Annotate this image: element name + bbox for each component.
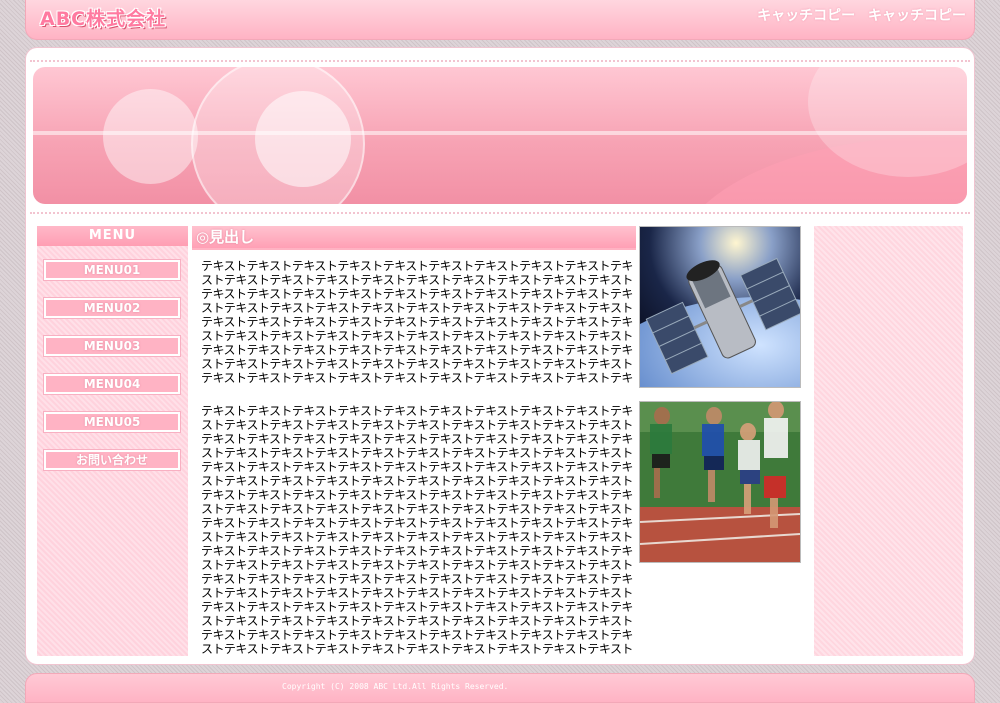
sidebar-menu: MENU MENU01 MENU02 MENU03 MENU04 MENU05 … [37, 226, 188, 656]
runners-photo [639, 401, 801, 563]
body-text: テキストテキストテキストテキストテキストテキストテキストテキストテキストテキスト… [201, 259, 633, 386]
divider [30, 60, 970, 62]
section-heading: ◎見出し [192, 226, 636, 250]
header: ABC株式会社 キャッチコピー キャッチコピー [25, 0, 975, 40]
menu-title: MENU [37, 226, 188, 246]
catch-copy-text: キャッチコピー [868, 8, 966, 24]
satellite-illustration [640, 227, 800, 387]
main-panel: MENU MENU01 MENU02 MENU03 MENU04 MENU05 … [25, 47, 975, 665]
banner-circle [103, 89, 198, 184]
divider [30, 212, 970, 214]
runners-illustration [640, 402, 800, 562]
header-banner-image [33, 67, 967, 204]
body-text: テキストテキストテキストテキストテキストテキストテキストテキストテキストテキスト… [201, 404, 633, 657]
banner-circle [255, 91, 351, 187]
sidebar-item-menu04[interactable]: MENU04 [43, 373, 181, 395]
content-area: ◎見出し テキストテキストテキストテキストテキストテキストテキストテキストテキス… [192, 226, 636, 657]
catch-copy-text: キャッチコピー [757, 8, 856, 24]
sidebar-item-menu05[interactable]: MENU05 [43, 411, 181, 433]
footer: Copyright (C) 2008 ABC Ltd.All Rights Re… [25, 673, 975, 703]
satellite-photo [639, 226, 801, 388]
sidebar-item-menu02[interactable]: MENU02 [43, 297, 181, 319]
sidebar-item-menu03[interactable]: MENU03 [43, 335, 181, 357]
banner-stripe [33, 131, 967, 135]
right-column [814, 226, 963, 656]
catch-copy: キャッチコピー キャッチコピー [749, 5, 966, 25]
sidebar-item-menu01[interactable]: MENU01 [43, 259, 181, 281]
sidebar-item-contact[interactable]: お問い合わせ [43, 449, 181, 471]
company-logo[interactable]: ABC株式会社 [40, 4, 166, 31]
copyright-text: Copyright (C) 2008 ABC Ltd.All Rights Re… [282, 682, 509, 691]
